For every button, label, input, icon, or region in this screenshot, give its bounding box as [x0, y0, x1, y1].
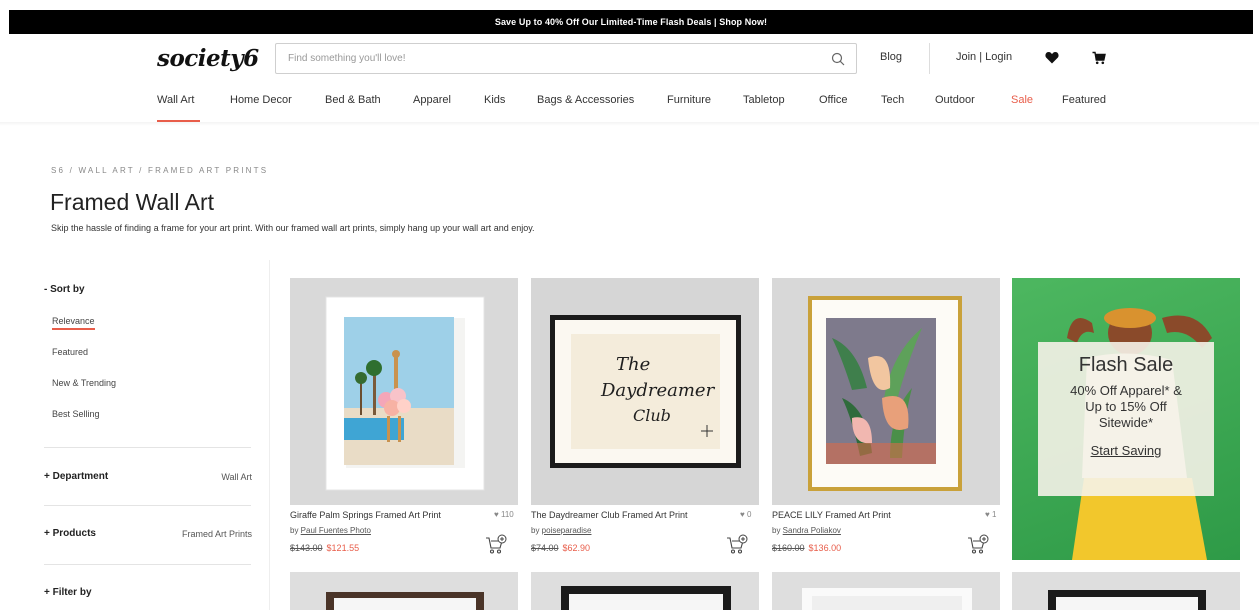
- search-bar: [275, 43, 857, 74]
- sort-by-heading[interactable]: - Sort by: [44, 284, 85, 295]
- add-to-cart-icon[interactable]: [485, 534, 507, 556]
- artist-prefix: by: [290, 526, 301, 535]
- artist-prefix: by: [531, 526, 542, 535]
- sidebar-divider: [44, 564, 251, 565]
- flash-sale-details: 40% Off Apparel* & Up to 15% Off Sitewid…: [1038, 383, 1214, 431]
- product-price: $143.00 $121.55: [290, 543, 359, 553]
- start-saving-link[interactable]: Start Saving: [1091, 443, 1162, 458]
- sort-option-best-selling[interactable]: Best Selling: [52, 409, 100, 419]
- add-to-cart-icon[interactable]: [726, 534, 748, 556]
- nav-item-bags-accessories[interactable]: Bags & Accessories: [537, 94, 634, 106]
- framed-print-art: [561, 586, 731, 610]
- blog-link[interactable]: Blog: [880, 51, 902, 63]
- product-title[interactable]: Giraffe Palm Springs Framed Art Print: [290, 510, 441, 520]
- product-price: $160.00 $136.00: [772, 543, 841, 553]
- like-count[interactable]: ♥ 1: [985, 510, 996, 519]
- nav-item-outdoor[interactable]: Outdoor: [935, 94, 975, 106]
- nav-item-bed-bath[interactable]: Bed & Bath: [325, 94, 381, 106]
- sidebar-border: [269, 260, 270, 610]
- sidebar-divider: [44, 447, 251, 448]
- sale-price: $62.90: [562, 543, 591, 553]
- facet-products[interactable]: + Products Framed Art Prints: [44, 528, 252, 542]
- nav-item-furniture[interactable]: Furniture: [667, 94, 711, 106]
- nav-item-featured[interactable]: Featured: [1062, 94, 1106, 106]
- nav-item-sale[interactable]: Sale: [1011, 94, 1033, 106]
- product-title[interactable]: PEACE LILY Framed Art Print: [772, 510, 891, 520]
- product-image-partial[interactable]: [531, 572, 759, 610]
- original-price: $74.00: [531, 543, 559, 553]
- logo[interactable]: society6: [157, 45, 259, 72]
- product-title[interactable]: The Daydreamer Club Framed Art Print: [531, 510, 688, 520]
- facet-label: + Department: [44, 471, 109, 482]
- artist-link[interactable]: poiseparadise: [542, 526, 592, 535]
- product-price: $74.00 $62.90: [531, 543, 590, 553]
- add-to-cart-icon[interactable]: [967, 534, 989, 556]
- original-price: $160.00: [772, 543, 805, 553]
- framed-print-art: [802, 588, 972, 610]
- search-input[interactable]: [276, 44, 796, 73]
- artist-link[interactable]: Sandra Poliakov: [783, 526, 841, 535]
- nav-divider: [0, 122, 1259, 126]
- nav-item-office[interactable]: Office: [819, 94, 848, 106]
- nav-item-home-decor[interactable]: Home Decor: [230, 94, 292, 106]
- search-icon[interactable]: [830, 51, 846, 67]
- cart-icon[interactable]: [1092, 51, 1106, 65]
- join-login-link[interactable]: Join | Login: [956, 51, 1012, 63]
- header-divider: [929, 43, 930, 74]
- like-count[interactable]: ♥ 0: [740, 510, 751, 519]
- framed-print-art: [290, 278, 518, 505]
- artwork-text: The: [616, 354, 650, 375]
- framed-print-art: [1048, 590, 1206, 610]
- product-artist: by Sandra Poliakov: [772, 526, 841, 535]
- product-image-partial[interactable]: [290, 572, 518, 610]
- product-artist: by Paul Fuentes Photo: [290, 526, 371, 535]
- facet-filter-by[interactable]: + Filter by: [44, 587, 252, 601]
- sort-option-featured[interactable]: Featured: [52, 347, 88, 357]
- flash-sale-line: Sitewide*: [1098, 415, 1154, 430]
- product-image-partial[interactable]: [772, 572, 1000, 610]
- product-image-giraffe[interactable]: [290, 278, 518, 505]
- nav-item-apparel[interactable]: Apparel: [413, 94, 451, 106]
- heart-icon[interactable]: [1045, 51, 1059, 64]
- page-description: Skip the hassle of finding a frame for y…: [51, 223, 535, 233]
- flash-sale-line: Up to 15% Off: [1085, 399, 1167, 414]
- sort-option-relevance[interactable]: Relevance: [52, 316, 95, 330]
- product-image-partial[interactable]: [1012, 572, 1240, 610]
- facet-label: + Products: [44, 528, 96, 539]
- artwork-text: Club: [633, 406, 671, 425]
- framed-print-art: [772, 278, 1000, 505]
- breadcrumb[interactable]: S6 / WALL ART / FRAMED ART PRINTS: [51, 166, 268, 175]
- product-image-daydreamer[interactable]: The Daydreamer Club: [531, 278, 759, 505]
- flash-sale-heading: Flash Sale: [1078, 354, 1174, 376]
- facet-value: Wall Art: [221, 472, 252, 482]
- facet-department[interactable]: + Department Wall Art: [44, 471, 252, 485]
- page-title: Framed Wall Art: [50, 189, 215, 215]
- nav-item-wall-art[interactable]: Wall Art: [157, 94, 195, 106]
- nav-item-tech[interactable]: Tech: [881, 94, 904, 106]
- sort-option-new-trending[interactable]: New & Trending: [52, 378, 116, 388]
- original-price: $143.00: [290, 543, 323, 553]
- promo-banner[interactable]: Save Up to 40% Off Our Limited-Time Flas…: [9, 10, 1253, 34]
- framed-print-art: [326, 592, 484, 610]
- sale-price: $136.00: [808, 543, 842, 553]
- flash-sale-card: Flash Sale 40% Off Apparel* & Up to 15% …: [1038, 342, 1214, 496]
- flash-sale-line: 40% Off Apparel* &: [1070, 383, 1182, 398]
- sidebar-divider: [44, 505, 251, 506]
- facet-value: Framed Art Prints: [181, 529, 252, 539]
- artist-prefix: by: [772, 526, 783, 535]
- nav-item-kids[interactable]: Kids: [484, 94, 505, 106]
- product-image-peace-lily[interactable]: [772, 278, 1000, 505]
- sale-price: $121.55: [326, 543, 360, 553]
- artwork-text: Daydreamer: [600, 380, 716, 401]
- product-artist: by poiseparadise: [531, 526, 591, 535]
- artist-link[interactable]: Paul Fuentes Photo: [301, 526, 371, 535]
- framed-print-art: The Daydreamer Club: [531, 278, 759, 505]
- facet-label: + Filter by: [44, 587, 92, 598]
- nav-item-tabletop[interactable]: Tabletop: [743, 94, 785, 106]
- like-count[interactable]: ♥ 110: [494, 510, 514, 519]
